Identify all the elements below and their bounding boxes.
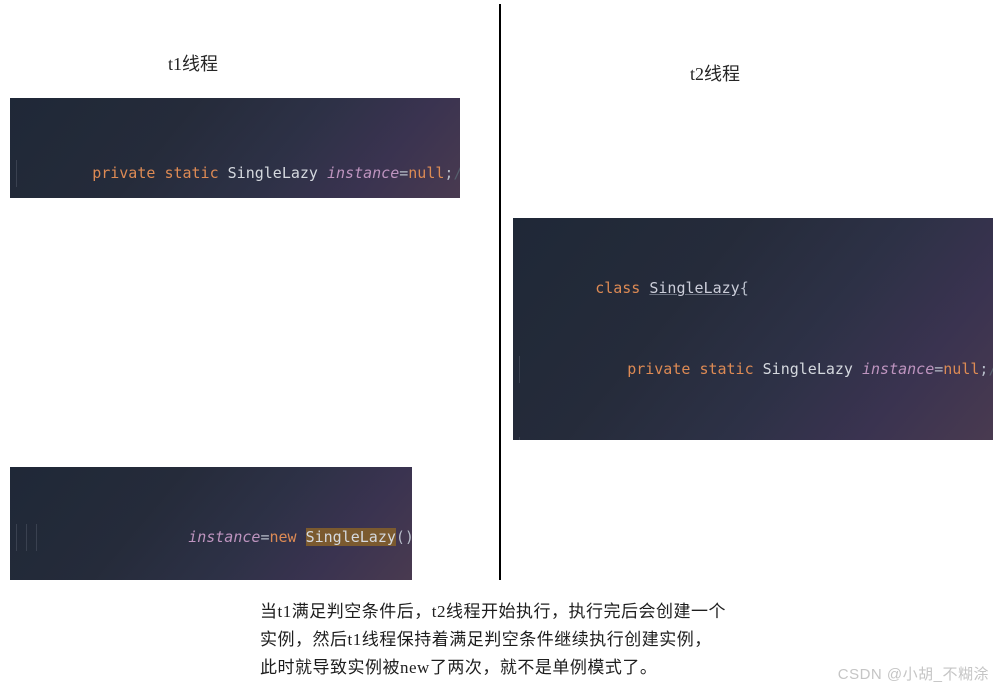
kw-private: private	[92, 164, 155, 182]
kw-new: new	[269, 528, 296, 546]
code-t1-bottom: instance=new SingleLazy(); } return inst…	[10, 467, 412, 580]
op-eq: =	[399, 164, 408, 182]
explain-line3: 此时就导致实例被new了两次，就不是单例模式了。	[260, 654, 726, 682]
code-line: private static SingleLazy instance=null;…	[10, 160, 460, 187]
t1-heading: t1线程	[168, 50, 218, 76]
code-line: instance=new SingleLazy();	[10, 524, 412, 551]
comment-slash: //	[453, 164, 460, 182]
explain-line2: 实例，然后t1线程保持着满足判空条件继续执行创建实例，	[260, 626, 726, 654]
code-line: public static SingleLazy getInstance(){	[513, 437, 993, 440]
code-t2: class SingleLazy{ private static SingleL…	[513, 218, 993, 440]
type-single-highlight: SingleLazy	[306, 528, 396, 546]
noargs: ()	[396, 528, 412, 546]
kw-private: private	[627, 360, 690, 378]
t2-heading: t2线程	[690, 60, 740, 86]
type-single: SingleLazy	[649, 279, 739, 297]
code-line: class SingleLazy{	[513, 275, 993, 302]
lit-null: null	[408, 164, 444, 182]
type-single: SingleLazy	[228, 164, 318, 182]
var-instance: instance	[188, 528, 260, 546]
kw-static: static	[699, 360, 753, 378]
explanation-text: 当t1满足判空条件后，t2线程开始执行，执行完后会创建一个 实例，然后t1线程保…	[260, 598, 726, 682]
lit-null: null	[943, 360, 979, 378]
thread-divider	[499, 4, 501, 580]
kw-class: class	[595, 279, 640, 297]
watermark: CSDN @小胡_不糊涂	[838, 663, 989, 684]
op-eq: =	[934, 360, 943, 378]
kw-static: static	[164, 164, 218, 182]
type-single: SingleLazy	[763, 360, 853, 378]
var-instance: instance	[327, 164, 399, 182]
open-brace: {	[740, 279, 749, 297]
code-t1-top: private static SingleLazy instance=null;…	[10, 98, 460, 198]
explain-line1: 当t1满足判空条件后，t2线程开始执行，执行完后会创建一个	[260, 598, 726, 626]
comment-slash: //	[988, 360, 993, 378]
var-instance: instance	[862, 360, 934, 378]
code-line: private static SingleLazy instance=null;…	[513, 356, 993, 383]
